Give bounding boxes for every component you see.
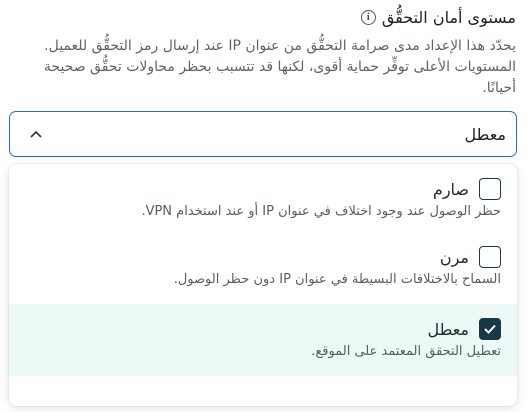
option-label: مرن — [439, 247, 469, 267]
checkbox-flexible[interactable] — [479, 246, 501, 268]
option-label: معطل — [427, 319, 469, 339]
option-description: السماح بالاختلافات البسيطة في عنوان IP د… — [173, 272, 501, 287]
select-value: معطل — [464, 124, 506, 144]
checkbox-disabled[interactable] — [479, 318, 501, 340]
option-label: صارم — [432, 179, 469, 199]
option-flexible[interactable]: مرن السماح بالاختلافات البسيطة في عنوان … — [9, 232, 517, 304]
security-level-select[interactable]: معطل — [9, 111, 517, 157]
check-icon — [484, 324, 496, 334]
info-icon[interactable]: i — [360, 10, 376, 25]
option-strict[interactable]: صارم حظر الوصول عند وجود اختلاف في عنوان… — [9, 164, 517, 232]
field-description: يحدّد هذا الإعداد مدى صرامة التحقُّق من … — [43, 38, 516, 96]
option-description: تعطيل التحقق المعتمد على الموقع. — [311, 344, 501, 359]
field-title: مستوى أمان التحقُّق — [381, 8, 516, 27]
checkbox-strict[interactable] — [479, 178, 501, 200]
dropdown-menu: صارم حظر الوصول عند وجود اختلاف في عنوان… — [9, 164, 517, 406]
chevron-up-icon — [30, 127, 42, 141]
field-header: مستوى أمان التحقُّق i — [360, 8, 516, 27]
option-description: حظر الوصول عند وجود اختلاف في عنوان IP أ… — [141, 204, 501, 219]
option-disabled[interactable]: معطل تعطيل التحقق المعتمد على الموقع. — [9, 304, 517, 376]
